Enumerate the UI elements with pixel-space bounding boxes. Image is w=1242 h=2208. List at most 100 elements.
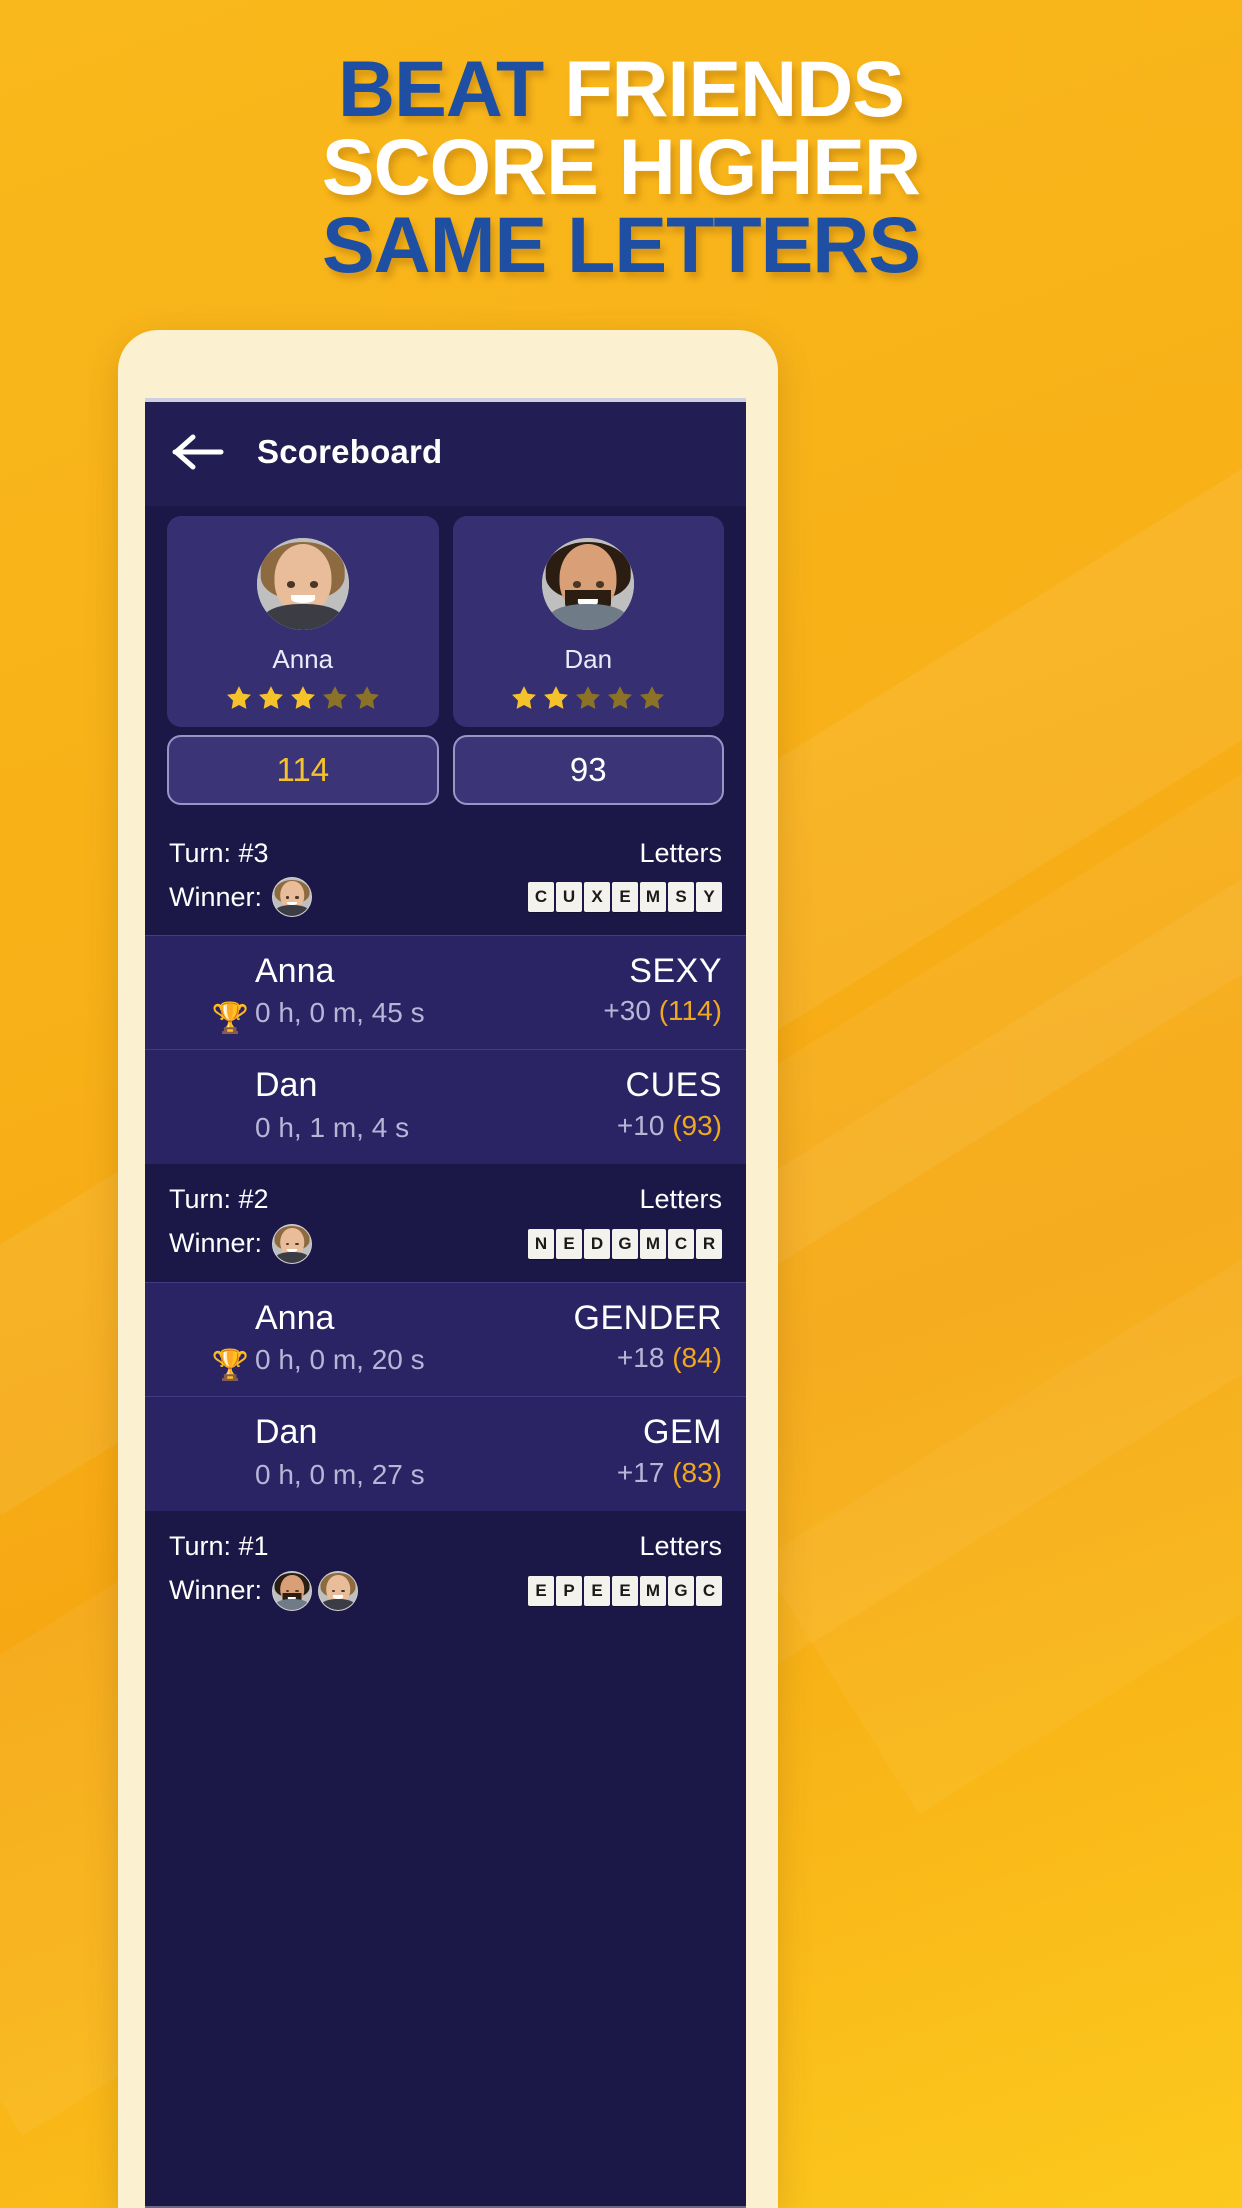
turn-number: Turn: #3 bbox=[169, 837, 269, 868]
move-word: GEM bbox=[643, 1413, 722, 1452]
move-player-name: Anna bbox=[255, 1298, 335, 1337]
player-rating-stars bbox=[453, 683, 725, 713]
move-points: +30 (114) bbox=[603, 995, 722, 1027]
phone-mockup: Scoreboard Anna Dan 114 93 Turn: #3 Lett… bbox=[118, 330, 778, 2208]
avatar bbox=[272, 1570, 313, 1611]
turn-number: Turn: #2 bbox=[169, 1184, 269, 1215]
letter-tile: N bbox=[528, 1228, 554, 1259]
avatar bbox=[542, 538, 635, 630]
move-row[interactable]: 🏆 Anna 0 h, 0 m, 45 s SEXY +30 (114) bbox=[145, 935, 746, 1050]
player-rating-stars bbox=[167, 683, 439, 713]
winner-avatars bbox=[272, 1570, 359, 1611]
page-title: Scoreboard bbox=[257, 433, 443, 470]
winner-label: Winner: bbox=[169, 1228, 263, 1259]
letter-tile: R bbox=[696, 1228, 722, 1259]
letter-tile: P bbox=[556, 1575, 582, 1606]
move-avatar-wrap: 🏆 bbox=[169, 954, 249, 1033]
phone-screen: Scoreboard Anna Dan 114 93 Turn: #3 Lett… bbox=[145, 398, 746, 2208]
winner-label: Winner: bbox=[169, 881, 263, 912]
letters-label: Letters bbox=[639, 1531, 722, 1562]
headline-line-3-text: SAME LETTERS bbox=[321, 199, 921, 289]
move-avatar-wrap: 🏆 bbox=[169, 1301, 249, 1380]
move-time: 0 h, 1 m, 4 s bbox=[255, 1111, 410, 1143]
letter-tile: E bbox=[556, 1228, 582, 1259]
move-word: SEXY bbox=[629, 952, 722, 990]
player-name: Dan bbox=[564, 644, 613, 674]
letter-tile: C bbox=[528, 882, 554, 912]
letter-tile: D bbox=[584, 1228, 610, 1259]
winner-avatars bbox=[272, 1223, 313, 1264]
move-player-name: Dan bbox=[255, 1413, 318, 1452]
move-avatar-wrap bbox=[169, 1415, 245, 1491]
move-row[interactable]: 🏆 Anna 0 h, 0 m, 20 s GENDER +18 (84) bbox=[145, 1281, 746, 1397]
move-row[interactable]: Dan 0 h, 0 m, 27 s GEM +17 (83) bbox=[145, 1396, 746, 1511]
letter-tile: M bbox=[640, 1228, 666, 1259]
score-row: 114 93 bbox=[145, 727, 746, 817]
winner-label: Winner: bbox=[169, 1575, 263, 1606]
move-row[interactable]: Dan 0 h, 1 m, 4 s CUES +10 (93) bbox=[145, 1049, 746, 1164]
turn-header: Turn: #1 Letters Winner: E P E E M G C bbox=[145, 1510, 746, 1629]
star-icon bbox=[605, 683, 635, 713]
letter-tile: C bbox=[668, 1228, 694, 1259]
headline-line-2-text: SCORE HIGHER bbox=[321, 121, 921, 211]
letter-tiles: EPEEMGC bbox=[528, 1575, 722, 1606]
star-icon bbox=[637, 683, 667, 713]
headline-line-2: SCORE HIGHER bbox=[0, 127, 1242, 206]
headline-line-1-white: FRIENDS bbox=[564, 44, 905, 133]
trophy-icon: 🏆 bbox=[211, 1348, 249, 1382]
letter-tile: C bbox=[696, 1575, 722, 1606]
star-icon bbox=[256, 683, 286, 713]
letter-tiles: CUXEMSY bbox=[528, 882, 722, 912]
move-time: 0 h, 0 m, 27 s bbox=[255, 1458, 425, 1490]
turn-number: Turn: #1 bbox=[169, 1531, 269, 1562]
letter-tile: Y bbox=[696, 882, 722, 912]
star-icon bbox=[224, 683, 254, 713]
avatar bbox=[318, 1570, 359, 1611]
letter-tile: G bbox=[668, 1575, 694, 1606]
app-bar: Scoreboard bbox=[145, 398, 746, 506]
back-arrow-icon[interactable] bbox=[171, 429, 227, 475]
letter-tile: G bbox=[612, 1228, 638, 1259]
avatar bbox=[272, 1223, 313, 1264]
headline-line-1: BEAT FRIENDS bbox=[0, 49, 1242, 128]
star-icon bbox=[541, 683, 571, 713]
letter-tile: E bbox=[612, 882, 638, 912]
turn-header: Turn: #2 Letters Winner: N E D G M C R bbox=[145, 1163, 746, 1282]
move-total-score: (114) bbox=[658, 995, 722, 1027]
player-card-anna[interactable]: Anna bbox=[167, 516, 439, 727]
letters-label: Letters bbox=[639, 1184, 722, 1215]
letter-tile: S bbox=[668, 882, 694, 912]
winner-avatars bbox=[272, 877, 313, 917]
letter-tile: M bbox=[640, 882, 666, 912]
screen-top-edge bbox=[145, 398, 746, 402]
turn-header: Turn: #3 Letters Winner: C U X E M S Y bbox=[145, 817, 746, 935]
move-player-name: Anna bbox=[255, 952, 335, 990]
letter-tile: U bbox=[556, 882, 582, 912]
move-points: +17 (83) bbox=[616, 1456, 722, 1488]
headline-line-1-blue: BEAT bbox=[338, 44, 544, 133]
move-time: 0 h, 0 m, 45 s bbox=[255, 997, 425, 1029]
move-points: +10 (93) bbox=[616, 1109, 722, 1141]
star-icon bbox=[288, 683, 318, 713]
player-card-dan[interactable]: Dan bbox=[452, 516, 725, 727]
move-avatar-wrap bbox=[169, 1068, 245, 1144]
trophy-icon: 🏆 bbox=[211, 1001, 249, 1035]
letter-tile: E bbox=[584, 1575, 610, 1606]
star-icon bbox=[573, 683, 603, 713]
move-word: GENDER bbox=[573, 1298, 722, 1337]
letter-tile: X bbox=[584, 882, 610, 912]
move-time: 0 h, 0 m, 20 s bbox=[255, 1344, 425, 1376]
headline-line-3: SAME LETTERS bbox=[0, 205, 1242, 284]
move-word: CUES bbox=[625, 1066, 722, 1105]
score-dan: 93 bbox=[452, 735, 724, 805]
avatar bbox=[272, 877, 313, 917]
star-icon bbox=[320, 683, 350, 713]
move-total-score: (83) bbox=[672, 1456, 722, 1488]
move-total-score: (93) bbox=[672, 1109, 722, 1141]
letter-tiles: NEDGMCR bbox=[528, 1228, 722, 1259]
star-icon bbox=[352, 683, 382, 713]
letter-tile: E bbox=[528, 1575, 554, 1606]
score-anna: 114 bbox=[167, 735, 439, 805]
move-player-name: Dan bbox=[255, 1066, 318, 1105]
move-points: +18 (84) bbox=[616, 1342, 722, 1374]
